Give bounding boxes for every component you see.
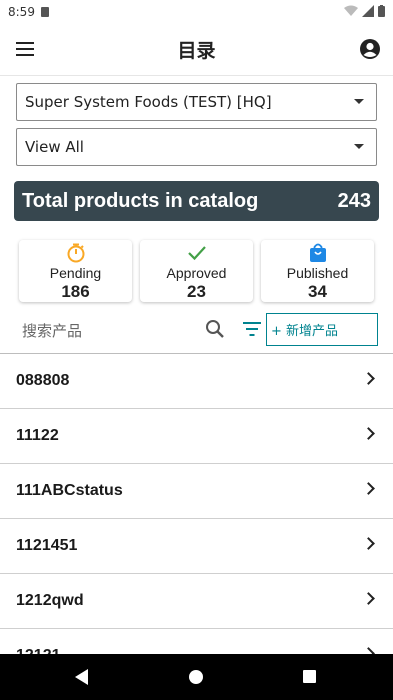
search-bar: + 新增产品 <box>0 310 393 354</box>
company-select-value: Super System Foods (TEST) [HQ] <box>25 93 272 111</box>
chevron-right-icon <box>362 372 375 385</box>
chevron-right-icon <box>362 482 375 495</box>
status-time: 8:59 <box>8 5 35 19</box>
product-list: 088808 11122 111ABCstatus 1121451 1212qw… <box>0 354 393 684</box>
app-bar: 目录 <box>0 24 393 76</box>
status-bar: 8:59 <box>0 0 393 24</box>
battery-icon <box>378 5 385 17</box>
wifi-icon <box>344 5 358 16</box>
add-product-button[interactable]: + 新增产品 <box>266 313 378 346</box>
product-list-item[interactable]: 1212qwd <box>0 574 393 629</box>
stopwatch-icon <box>67 243 84 263</box>
signal-icon <box>362 5 374 17</box>
product-list-item[interactable]: 1121451 <box>0 519 393 574</box>
product-name: 1212qwd <box>16 592 84 609</box>
total-count: 243 <box>337 189 371 212</box>
search-icon[interactable] <box>205 319 225 339</box>
check-icon <box>187 246 206 261</box>
chevron-right-icon <box>362 592 375 605</box>
shopping-bag-icon <box>309 243 326 262</box>
chevron-right-icon <box>362 427 375 440</box>
product-list-item[interactable]: 088808 <box>0 354 393 409</box>
approved-count: 23 <box>187 282 206 301</box>
approved-label: Approved <box>166 265 227 281</box>
dropdown-caret-icon <box>354 99 364 104</box>
product-name: 11122 <box>16 427 59 444</box>
sd-card-icon <box>40 7 49 17</box>
product-name: 111ABCstatus <box>16 482 123 499</box>
chevron-right-icon <box>362 537 375 550</box>
company-select[interactable]: Super System Foods (TEST) [HQ] <box>16 83 377 121</box>
view-select-value: View All <box>25 138 84 156</box>
search-input[interactable] <box>22 318 197 344</box>
dropdown-caret-icon <box>354 144 364 149</box>
system-nav-bar <box>0 654 393 700</box>
status-icons <box>344 5 385 17</box>
menu-icon[interactable] <box>16 40 36 60</box>
product-name: 088808 <box>16 372 70 389</box>
pending-count: 186 <box>61 282 90 301</box>
product-list-item[interactable]: 11122 <box>0 409 393 464</box>
published-label: Published <box>286 265 349 281</box>
recent-apps-icon[interactable] <box>303 670 316 683</box>
product-name: 1121451 <box>16 537 78 554</box>
total-label: Total products in catalog <box>22 189 259 212</box>
account-icon[interactable] <box>359 38 381 60</box>
page-title: 目录 <box>177 40 216 62</box>
approved-card[interactable]: Approved 23 <box>140 240 253 302</box>
published-count: 34 <box>308 282 327 301</box>
filter-icon[interactable] <box>242 320 262 338</box>
pending-card[interactable]: Pending 186 <box>19 240 132 302</box>
product-list-item[interactable]: 111ABCstatus <box>0 464 393 519</box>
published-card[interactable]: Published 34 <box>261 240 374 302</box>
total-products-banner: Total products in catalog 243 <box>14 181 379 221</box>
back-icon[interactable] <box>75 669 88 685</box>
view-filter-select[interactable]: View All <box>16 128 377 166</box>
pending-label: Pending <box>49 265 102 281</box>
home-icon[interactable] <box>189 670 203 684</box>
